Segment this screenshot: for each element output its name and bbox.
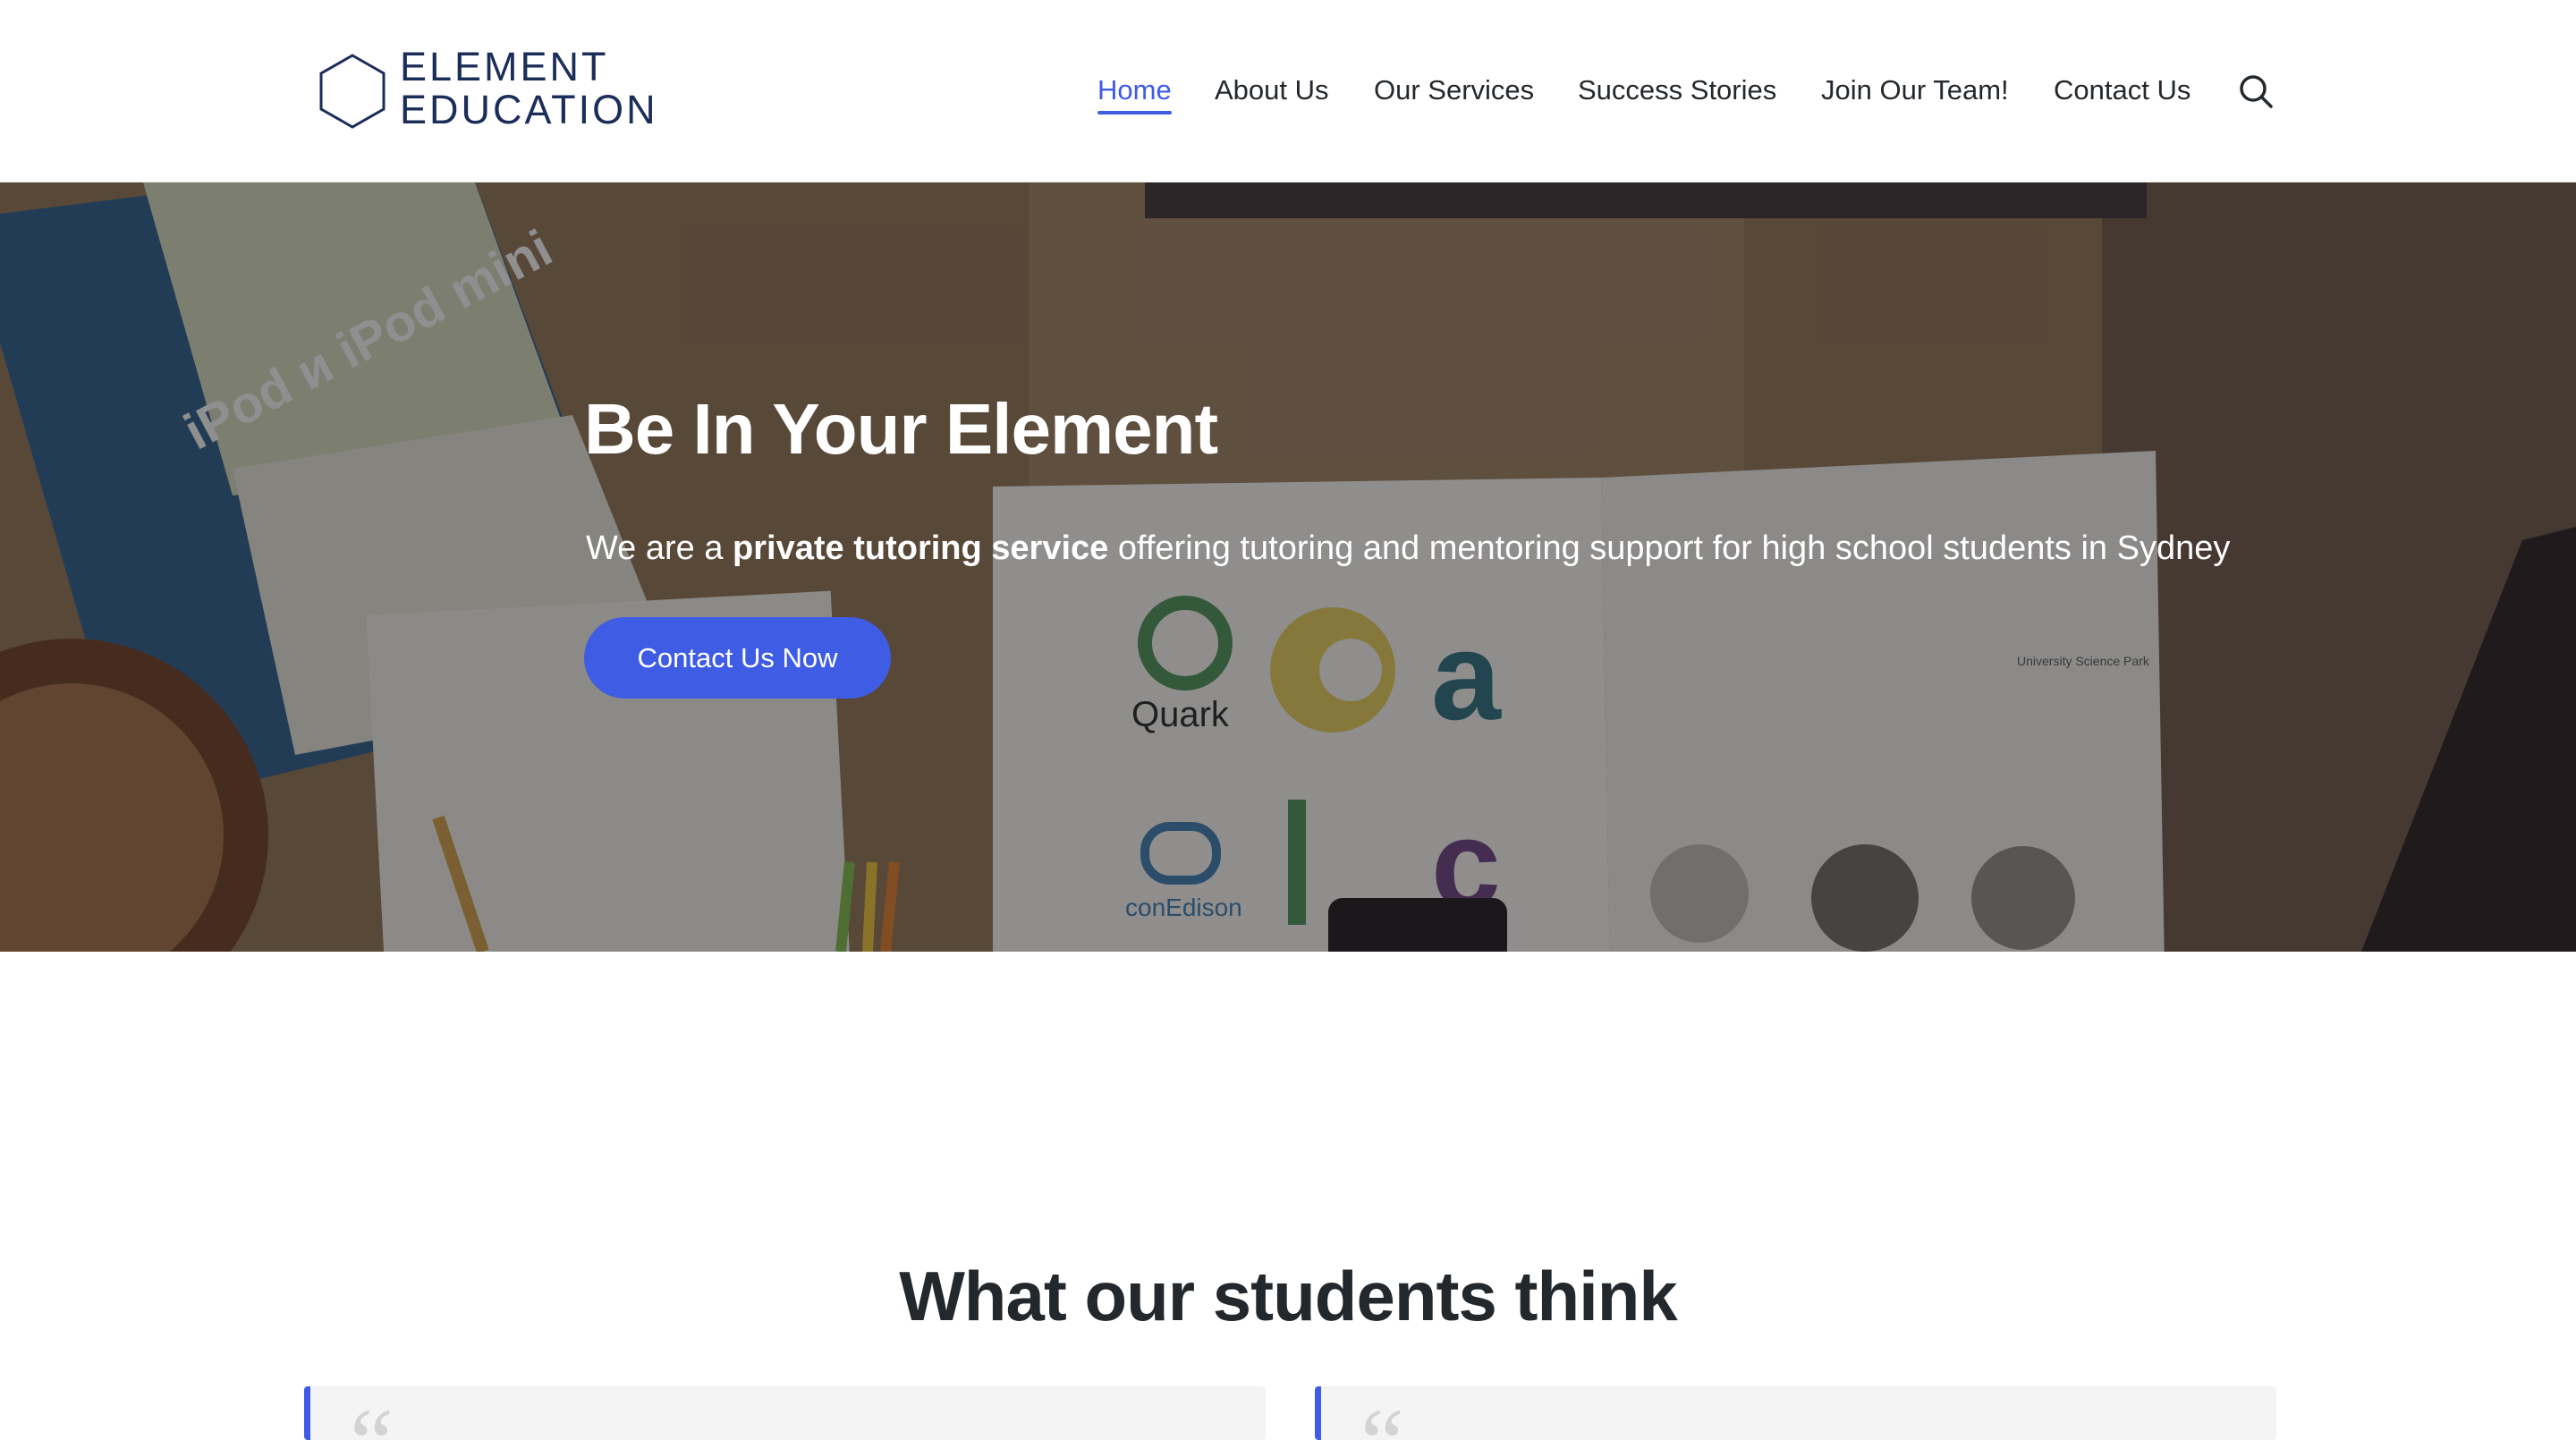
hero-subtitle-bold: private tutoring service [733, 529, 1109, 567]
testimonials-title: What our students think [899, 1257, 1678, 1335]
hero-subtitle: We are a private tutoring service offeri… [586, 529, 2230, 568]
nav-success-stories[interactable]: Success Stories [1578, 70, 1776, 111]
quote-icon: “ [1360, 1393, 1404, 1440]
contact-us-now-button[interactable]: Contact Us Now [584, 617, 891, 699]
hero-subtitle-prefix: We are a [586, 529, 733, 567]
search-button[interactable] [2236, 72, 2275, 111]
quote-icon: “ [350, 1393, 394, 1440]
site-header: ELEMENT EDUCATION Home About Us Our Serv… [0, 0, 2576, 182]
main-navigation: Home About Us Our Services Success Stori… [0, 70, 2576, 114]
search-icon [2240, 75, 2273, 108]
nav-contact-us[interactable]: Contact Us [2054, 70, 2190, 111]
nav-our-services[interactable]: Our Services [1374, 70, 1534, 111]
nav-home[interactable]: Home [1097, 70, 1172, 114]
hero-banner: iPod и iPod mini Quark a conEdison c Uni… [0, 182, 2576, 952]
hero-subtitle-suffix: offering tutoring and mentoring support … [1108, 529, 2231, 567]
hero-title: Be In Your Element [584, 389, 1218, 469]
nav-about-us[interactable]: About Us [1215, 70, 1329, 111]
nav-join-our-team[interactable]: Join Our Team! [1821, 70, 2009, 111]
testimonial-card: “ [304, 1386, 1266, 1440]
testimonial-card: “ [1315, 1386, 2276, 1440]
